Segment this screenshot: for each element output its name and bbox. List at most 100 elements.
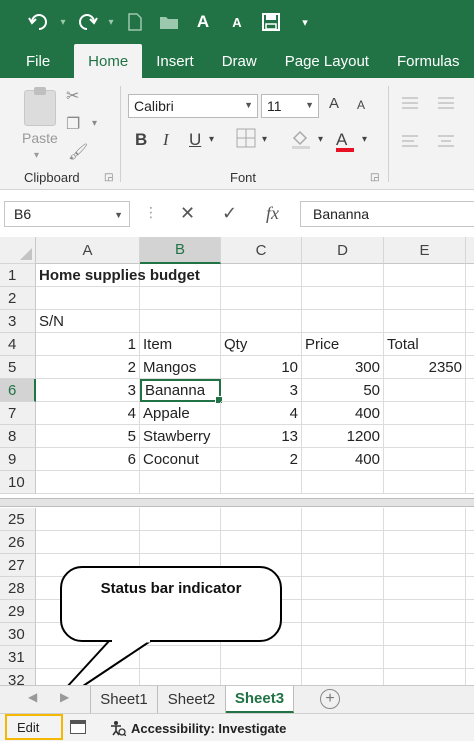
cell-e28[interactable]	[384, 577, 466, 600]
cell-e30[interactable]	[384, 623, 466, 646]
cell-c25[interactable]	[221, 508, 302, 531]
enter-icon[interactable]: ✓	[222, 203, 237, 224]
cell-c8[interactable]: 13	[221, 425, 302, 448]
row-header[interactable]: 5	[0, 356, 36, 379]
row-header[interactable]: 8	[0, 425, 36, 448]
chevron-down-icon[interactable]: ▾	[104, 5, 118, 39]
sheet-tab-sheet3[interactable]: Sheet3	[226, 686, 294, 713]
freeze-split-bar[interactable]	[0, 498, 474, 507]
cell-f27[interactable]	[466, 554, 474, 577]
cell-c4[interactable]: Qty	[221, 333, 302, 356]
cell-f29[interactable]	[466, 600, 474, 623]
align-center-icon[interactable]	[436, 134, 456, 153]
row-header[interactable]: 6	[0, 379, 36, 402]
cell-f1[interactable]	[466, 264, 474, 287]
tab-insert[interactable]: Insert	[142, 44, 208, 78]
cell-f4[interactable]	[466, 333, 474, 356]
align-middle-icon[interactable]	[436, 96, 456, 115]
grow-font-button[interactable]: A	[329, 95, 339, 112]
formula-input[interactable]: Bananna	[300, 201, 474, 227]
cell-d2[interactable]	[302, 287, 384, 310]
cell-c3[interactable]	[221, 310, 302, 333]
cell-e5[interactable]: 2350	[384, 356, 466, 379]
cell-b1[interactable]	[140, 264, 221, 287]
cell-d3[interactable]	[302, 310, 384, 333]
cell-a4[interactable]: 1	[36, 333, 140, 356]
cell-f26[interactable]	[466, 531, 474, 554]
tab-formulas[interactable]: Formulas	[383, 44, 474, 78]
sheet-tab-sheet2[interactable]: Sheet2	[158, 686, 226, 713]
customize-icon[interactable]: ▾	[288, 5, 322, 39]
cell-c9[interactable]: 2	[221, 448, 302, 471]
tab-page-layout[interactable]: Page Layout	[271, 44, 383, 78]
cell-f7[interactable]	[466, 402, 474, 425]
paste-icon[interactable]	[24, 87, 56, 126]
cell-d5[interactable]: 300	[302, 356, 384, 379]
cell-f6[interactable]	[466, 379, 474, 402]
row-header[interactable]: 9	[0, 448, 36, 471]
column-header-c[interactable]: C	[221, 237, 302, 264]
cell-a3[interactable]: S/N	[36, 310, 140, 333]
cell-d8[interactable]: 1200	[302, 425, 384, 448]
row-header[interactable]: 29	[0, 600, 36, 623]
cell-f9[interactable]	[466, 448, 474, 471]
cell-f3[interactable]	[466, 310, 474, 333]
cell-e31[interactable]	[384, 646, 466, 669]
cell-f32[interactable]	[466, 669, 474, 685]
cell-a2[interactable]	[36, 287, 140, 310]
row-header[interactable]: 4	[0, 333, 36, 356]
chevron-down-icon[interactable]: ▾	[209, 134, 214, 145]
cell-e25[interactable]	[384, 508, 466, 531]
cell-e8[interactable]	[384, 425, 466, 448]
cell-a5[interactable]: 2	[36, 356, 140, 379]
tab-file[interactable]: File	[0, 44, 74, 78]
cell-b9[interactable]: Coconut	[140, 448, 221, 471]
chevron-down-icon[interactable]: ▾	[318, 134, 323, 145]
row-header[interactable]: 26	[0, 531, 36, 554]
more-options-icon[interactable]: ⋮	[144, 204, 158, 221]
cell-d25[interactable]	[302, 508, 384, 531]
cell-a10[interactable]	[36, 471, 140, 494]
scroll-left-icon[interactable]: ◀	[28, 690, 37, 704]
accessibility-status[interactable]: Accessibility: Investigate	[110, 720, 286, 736]
add-sheet-button[interactable]: +	[320, 689, 340, 709]
decrease-font-icon[interactable]: A	[220, 5, 254, 39]
cut-icon[interactable]: ✂	[66, 86, 79, 106]
font-launcher-icon[interactable]: ◲	[370, 172, 379, 183]
underline-button[interactable]: U	[189, 130, 201, 150]
font-color-button[interactable]: A	[336, 130, 354, 152]
cell-a31[interactable]	[36, 646, 140, 669]
cell-a7[interactable]: 4	[36, 402, 140, 425]
cell-e3[interactable]	[384, 310, 466, 333]
row-header[interactable]: 2	[0, 287, 36, 310]
chevron-down-icon[interactable]: ▾	[92, 118, 97, 129]
chevron-down-icon[interactable]: ▾	[262, 134, 267, 145]
cell-c31[interactable]	[221, 646, 302, 669]
cell-b5[interactable]: Mangos	[140, 356, 221, 379]
chevron-down-icon[interactable]: ▾	[56, 5, 70, 39]
cell-e29[interactable]	[384, 600, 466, 623]
cell-d10[interactable]	[302, 471, 384, 494]
cell-a26[interactable]	[36, 531, 140, 554]
row-header[interactable]: 32	[0, 669, 36, 685]
font-size-select[interactable]: 11 ▼	[261, 94, 319, 118]
cell-c6[interactable]: 3	[221, 379, 302, 402]
cell-f31[interactable]	[466, 646, 474, 669]
cell-d27[interactable]	[302, 554, 384, 577]
cell-b31[interactable]	[140, 646, 221, 669]
row-header[interactable]: 3	[0, 310, 36, 333]
cell-e32[interactable]	[384, 669, 466, 685]
name-box[interactable]: B6 ▼	[4, 201, 130, 227]
shrink-font-button[interactable]: A	[357, 98, 365, 112]
borders-icon[interactable]	[236, 128, 256, 153]
cell-b4[interactable]: Item	[140, 333, 221, 356]
scroll-right-icon[interactable]: ▶	[60, 690, 69, 704]
cell-f5[interactable]	[466, 356, 474, 379]
cell-e26[interactable]	[384, 531, 466, 554]
bold-button[interactable]: B	[135, 130, 147, 150]
cell-e7[interactable]	[384, 402, 466, 425]
row-header[interactable]: 28	[0, 577, 36, 600]
cell-d6[interactable]: 50	[302, 379, 384, 402]
cell-e6[interactable]	[384, 379, 466, 402]
row-header[interactable]: 25	[0, 508, 36, 531]
